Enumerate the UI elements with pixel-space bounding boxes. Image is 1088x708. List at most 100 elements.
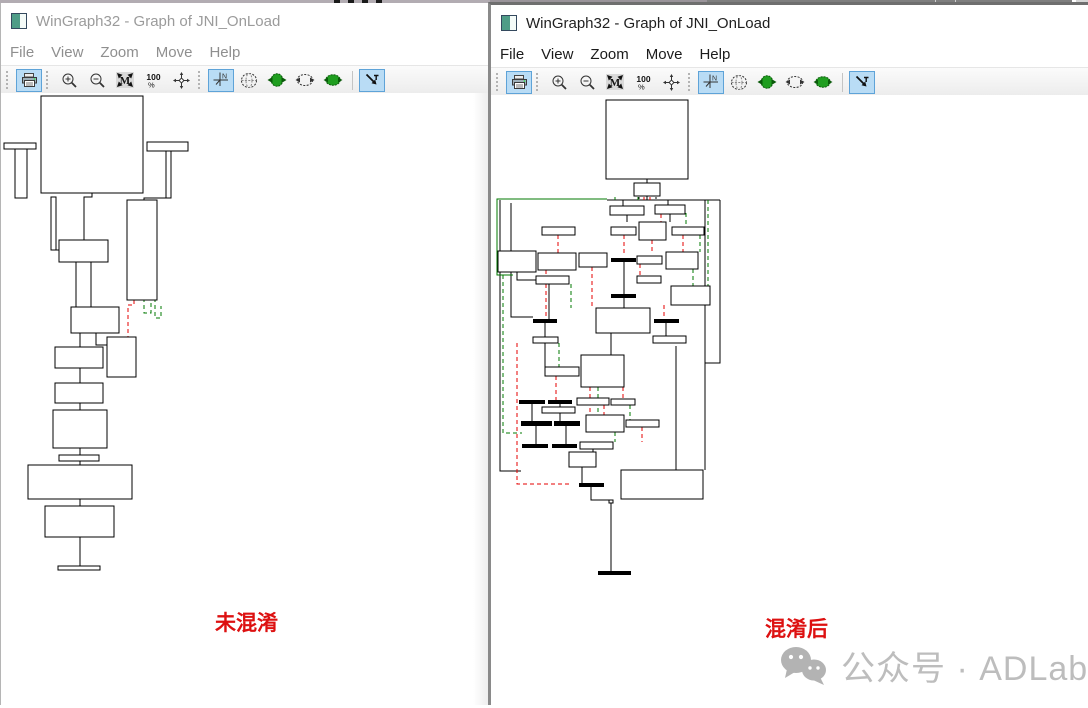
flow-node[interactable] <box>542 227 575 235</box>
flow-node[interactable] <box>577 398 609 405</box>
flow-node[interactable] <box>579 253 607 267</box>
flow-node[interactable] <box>4 143 36 149</box>
zoom-in-button[interactable] <box>56 69 82 92</box>
flow-node[interactable] <box>107 337 136 377</box>
flow-node-collapsed[interactable] <box>533 319 557 323</box>
flow-node[interactable] <box>611 227 636 235</box>
flow-node[interactable] <box>671 286 710 305</box>
flow-node-collapsed[interactable] <box>654 319 679 323</box>
flow-node[interactable] <box>653 336 686 343</box>
menu-item-zoom[interactable]: Zoom <box>587 44 639 65</box>
flow-node-collapsed[interactable] <box>521 421 552 426</box>
layout-sphere-button[interactable] <box>726 71 752 94</box>
flow-node[interactable] <box>498 251 536 272</box>
flow-node-collapsed[interactable] <box>552 444 577 448</box>
layout-ellipse-scroll-button[interactable] <box>320 69 346 92</box>
flow-node[interactable] <box>41 96 143 193</box>
flow-node[interactable] <box>545 367 579 376</box>
flow-node[interactable] <box>637 276 661 283</box>
flow-node[interactable] <box>58 566 100 570</box>
center-button[interactable] <box>168 69 194 92</box>
layout-ellipse-button[interactable] <box>782 71 808 94</box>
menu-item-move[interactable]: Move <box>643 44 694 65</box>
flow-node[interactable] <box>71 307 119 333</box>
flow-node[interactable] <box>580 442 613 449</box>
toolbar-grip[interactable] <box>46 71 51 89</box>
print-button[interactable] <box>16 69 42 92</box>
flow-node[interactable] <box>53 410 107 448</box>
flow-node[interactable] <box>15 149 27 198</box>
flow-node-collapsed[interactable] <box>548 400 572 404</box>
flow-node[interactable] <box>621 470 703 499</box>
zoom-100-button[interactable]: 100% <box>140 69 166 92</box>
toolbar-grip[interactable] <box>688 73 693 91</box>
layout-ellipse-button[interactable] <box>292 69 318 92</box>
flow-node[interactable] <box>634 183 660 196</box>
toolbar-grip[interactable] <box>536 73 541 91</box>
flow-node[interactable] <box>536 276 569 284</box>
layout-axes-button[interactable]: N <box>208 69 234 92</box>
zoom-fit-button[interactable]: M <box>112 69 138 92</box>
layout-sphere-scroll-button[interactable] <box>264 69 290 92</box>
flow-node[interactable] <box>639 222 666 240</box>
flow-node[interactable] <box>45 506 114 537</box>
flow-node[interactable] <box>542 407 575 413</box>
flow-node[interactable] <box>666 252 698 269</box>
pointer-mode-button[interactable] <box>849 71 875 94</box>
layout-ellipse-scroll-button[interactable] <box>810 71 836 94</box>
flow-node[interactable] <box>611 399 635 405</box>
flow-node[interactable] <box>606 100 688 179</box>
flow-node[interactable] <box>672 227 704 235</box>
flow-node[interactable] <box>28 465 132 499</box>
layout-sphere-scroll-button[interactable] <box>754 71 780 94</box>
zoom-in-button[interactable] <box>546 71 572 94</box>
menu-item-help[interactable]: Help <box>206 42 251 63</box>
flow-node[interactable] <box>610 206 644 215</box>
menu-item-file[interactable]: File <box>497 44 535 65</box>
center-button[interactable] <box>658 71 684 94</box>
toolbar-grip[interactable] <box>6 71 11 89</box>
flow-node[interactable] <box>538 253 576 270</box>
flow-node[interactable] <box>59 455 99 461</box>
flow-node-collapsed[interactable] <box>611 294 636 298</box>
menu-item-help[interactable]: Help <box>696 44 741 65</box>
layout-axes-button[interactable]: N <box>698 71 724 94</box>
pointer-mode-button[interactable] <box>359 69 385 92</box>
toolbar-grip[interactable] <box>198 71 203 89</box>
flow-node[interactable] <box>596 308 650 333</box>
flow-node[interactable] <box>655 205 685 214</box>
menu-item-file[interactable]: File <box>7 42 45 63</box>
flow-node[interactable] <box>166 151 171 198</box>
layout-sphere-button[interactable] <box>236 69 262 92</box>
zoom-out-button[interactable] <box>84 69 110 92</box>
menu-item-view[interactable]: View <box>538 44 584 65</box>
flow-node[interactable] <box>637 256 662 264</box>
menu-item-view[interactable]: View <box>48 42 94 63</box>
flow-node[interactable] <box>569 452 596 467</box>
flow-node[interactable] <box>609 500 613 503</box>
flow-node-collapsed[interactable] <box>554 421 580 426</box>
title-bar[interactable]: WinGraph32 - Graph of JNI_OnLoad <box>1 3 489 39</box>
flow-node-collapsed[interactable] <box>598 571 631 575</box>
flow-node[interactable] <box>581 355 624 387</box>
flow-node[interactable] <box>59 240 108 262</box>
zoom-fit-button[interactable]: M <box>602 71 628 94</box>
graph-canvas[interactable]: 未混淆 <box>1 93 489 705</box>
flow-node[interactable] <box>586 415 624 432</box>
toolbar-grip[interactable] <box>496 73 501 91</box>
flow-node-collapsed[interactable] <box>519 400 545 404</box>
zoom-out-button[interactable] <box>574 71 600 94</box>
flow-node[interactable] <box>127 200 157 300</box>
menu-item-move[interactable]: Move <box>153 42 204 63</box>
flow-node-collapsed[interactable] <box>611 258 636 262</box>
flow-node[interactable] <box>626 420 659 427</box>
flow-node[interactable] <box>51 197 56 250</box>
flow-node-collapsed[interactable] <box>522 444 548 448</box>
flow-node-collapsed[interactable] <box>579 483 604 487</box>
title-bar[interactable]: WinGraph32 - Graph of JNI_OnLoad <box>491 5 1088 41</box>
flow-node[interactable] <box>147 142 188 151</box>
flow-node[interactable] <box>55 347 103 368</box>
flow-node[interactable] <box>533 337 558 343</box>
graph-canvas[interactable]: 混淆后 公众号 · ADLab <box>491 95 1088 705</box>
print-button[interactable] <box>506 71 532 94</box>
